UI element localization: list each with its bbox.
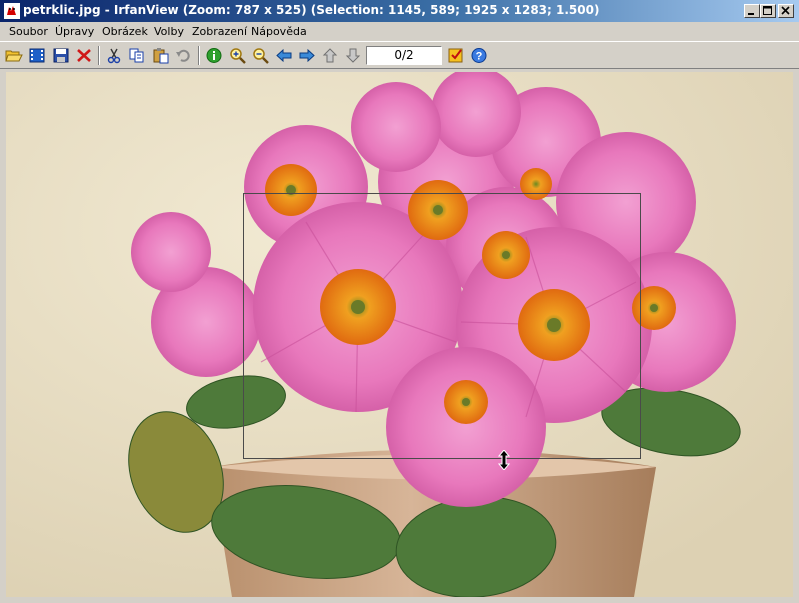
vertical-resize-cursor [498,450,510,470]
save-button[interactable] [51,46,71,65]
slideshow-icon [29,48,45,63]
window-bottom-frame [0,597,799,603]
help-icon: ? [471,48,487,63]
cut-button[interactable] [104,46,124,65]
help-button[interactable]: ? [469,46,489,65]
undo-button[interactable] [174,46,194,65]
menu-soubor[interactable]: Soubor [9,25,48,38]
irfanview-window: petrklic.jpg - IrfanView (Zoom: 787 x 52… [0,0,799,603]
zoom-in-button[interactable] [228,46,248,65]
page-indicator[interactable]: 0/2 [366,46,442,65]
last-button[interactable] [343,46,363,65]
delete-icon [77,49,91,62]
toolbar: 0/2 ? [0,41,799,69]
undo-icon [176,49,190,62]
toolbar-separator [98,46,100,65]
open-button[interactable] [4,46,24,65]
image-viewport[interactable] [6,72,793,597]
menu-obrazek[interactable]: Obrázek [102,25,148,38]
zoom-out-icon [253,48,269,64]
slideshow-button[interactable] [27,46,47,65]
primrose-photo [6,72,793,597]
title-bar[interactable]: petrklic.jpg - IrfanView (Zoom: 787 x 52… [0,0,799,22]
menu-upravy[interactable]: Úpravy [55,25,94,38]
maximize-button[interactable] [760,4,776,18]
zoom-in-icon [230,48,246,64]
svg-text:?: ? [476,51,483,63]
info-icon [206,48,222,63]
copy-button[interactable] [127,46,147,65]
toolbar-separator [198,46,200,65]
copy-icon [129,48,144,63]
close-icon [781,6,790,15]
next-icon [299,48,315,63]
last-icon [345,48,361,63]
first-icon [322,48,338,63]
maximize-icon [763,6,772,15]
first-button[interactable] [320,46,340,65]
save-icon [53,48,69,63]
open-folder-icon [5,50,23,62]
thumbnails-icon [448,48,463,63]
delete-button[interactable] [74,46,94,65]
thumbnails-button[interactable] [446,46,466,65]
zoom-out-button[interactable] [251,46,271,65]
menu-napoveda[interactable]: Nápověda [251,25,307,38]
paste-icon [153,48,169,64]
close-button[interactable] [778,4,794,18]
irfanview-cat-icon [4,3,20,19]
minimize-button[interactable] [744,4,760,18]
menu-zobrazeni[interactable]: Zobrazení [192,25,247,38]
cut-icon [107,48,121,64]
paste-button[interactable] [151,46,171,65]
minimize-icon [748,13,754,15]
menu-bar: Soubor Úpravy Obrázek Volby Zobrazení Ná… [0,22,799,41]
window-title: petrklic.jpg - IrfanView (Zoom: 787 x 52… [23,3,600,17]
previous-icon [276,48,292,63]
previous-button[interactable] [274,46,294,65]
info-button[interactable] [204,46,224,65]
next-button[interactable] [297,46,317,65]
menu-volby[interactable]: Volby [154,25,184,38]
